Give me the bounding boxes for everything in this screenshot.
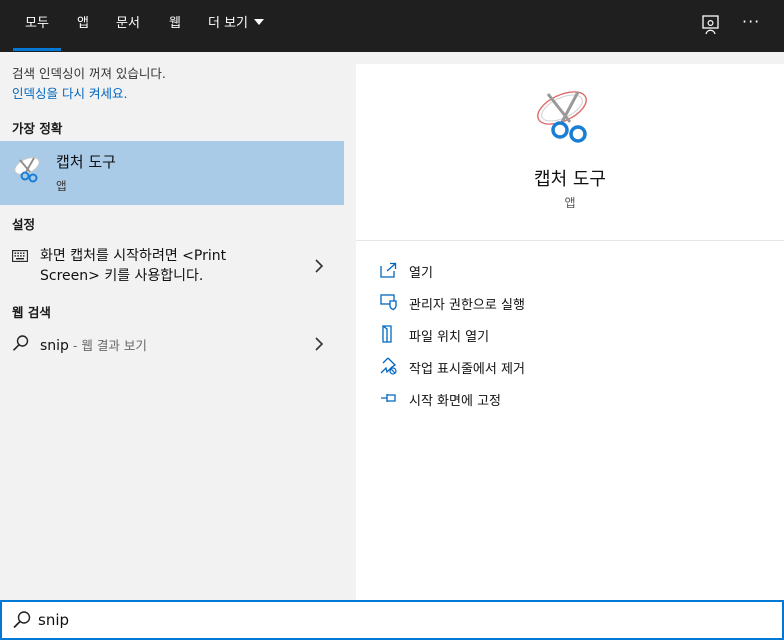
search-icon xyxy=(12,335,29,351)
unpin-taskbar-icon xyxy=(380,357,397,375)
chevron-right-icon[interactable] xyxy=(314,337,324,351)
feedback-icon[interactable] xyxy=(700,14,722,36)
tab-web[interactable]: 웹 xyxy=(169,0,181,52)
best-match-header: 가장 정확 xyxy=(12,121,63,136)
search-box[interactable] xyxy=(0,600,784,640)
best-match-title: 캡처 도구 xyxy=(56,153,116,171)
indexing-notice: 검색 인덱싱이 꺼져 있습니다. xyxy=(12,66,166,81)
enable-indexing-link[interactable]: 인덱싱을 다시 켜세요. xyxy=(12,83,127,102)
action-label: 열기 xyxy=(409,266,433,281)
setting-print-screen-item[interactable]: 화면 캡처를 시작하려면 <Print Screen> 키를 사용합니다. xyxy=(0,240,344,292)
action-open-file-location[interactable]: 파일 위치 열기 xyxy=(380,324,760,346)
search-input[interactable] xyxy=(38,606,738,634)
action-unpin-taskbar[interactable]: 작업 표시줄에서 제거 xyxy=(380,356,760,378)
search-icon xyxy=(13,611,31,629)
pin-start-icon xyxy=(381,394,396,402)
keyboard-icon xyxy=(12,250,28,262)
snipping-tool-icon xyxy=(14,157,40,183)
action-label: 시작 화면에 고정 xyxy=(409,394,501,409)
file-location-icon xyxy=(382,325,392,343)
action-label: 관리자 권한으로 실행 xyxy=(409,298,525,313)
run-as-admin-icon xyxy=(380,294,397,311)
more-options-button[interactable]: ··· xyxy=(742,12,760,31)
settings-header: 설정 xyxy=(12,217,36,232)
preview-pane: 캡처 도구 앱 열기 관리자 권한으로 실행 파일 위치 열기 작업 표시줄에서… xyxy=(356,64,784,600)
search-tabs-bar: 모두 앱 문서 웹 더 보기 ··· xyxy=(0,0,784,52)
app-subtitle: 앱 xyxy=(564,196,576,210)
best-match-item[interactable]: 캡처 도구 앱 xyxy=(0,141,344,205)
best-match-subtitle: 앱 xyxy=(56,179,67,193)
setting-print-screen-label: 화면 캡처를 시작하려면 <Print Screen> 키를 사용합니다. xyxy=(40,248,227,284)
open-icon xyxy=(380,262,397,278)
web-search-item[interactable]: snip - 웹 결과 보기 xyxy=(0,330,344,358)
tab-more-label: 더 보기 xyxy=(208,16,249,31)
action-label: 파일 위치 열기 xyxy=(409,330,490,345)
action-pin-start[interactable]: 시작 화면에 고정 xyxy=(380,388,760,410)
snipping-tool-icon xyxy=(537,91,587,143)
chevron-down-icon xyxy=(254,19,265,25)
action-label: 작업 표시줄에서 제거 xyxy=(409,362,525,377)
results-pane: 검색 인덱싱이 꺼져 있습니다. 인덱싱을 다시 켜세요. 가장 정확 캡처 도… xyxy=(0,52,344,600)
tab-all[interactable]: 모두 xyxy=(13,0,61,52)
web-search-label: snip - 웹 결과 보기 xyxy=(40,335,147,354)
divider xyxy=(356,240,784,241)
tab-documents[interactable]: 문서 xyxy=(116,0,140,52)
web-search-header: 웹 검색 xyxy=(12,305,51,320)
app-title: 캡처 도구 xyxy=(534,169,606,190)
web-search-suffix: - 웹 결과 보기 xyxy=(68,338,147,353)
tab-more[interactable]: 더 보기 xyxy=(208,0,265,52)
action-open[interactable]: 열기 xyxy=(380,260,760,282)
tab-apps[interactable]: 앱 xyxy=(77,0,89,52)
web-search-query: snip xyxy=(40,338,69,354)
chevron-right-icon[interactable] xyxy=(314,259,324,273)
action-run-as-admin[interactable]: 관리자 권한으로 실행 xyxy=(380,292,760,314)
